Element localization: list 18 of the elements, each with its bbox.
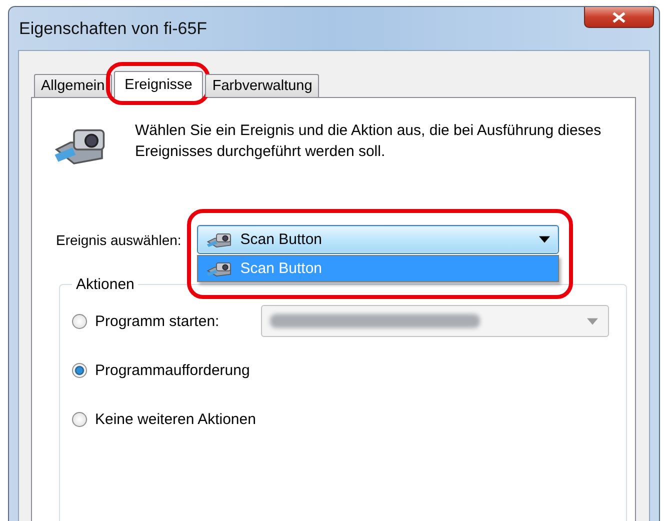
radio-option[interactable]: Programmaufforderung — [72, 362, 261, 378]
close-icon — [612, 12, 626, 22]
window-title: Eigenschaften von fi-65F — [19, 19, 208, 39]
caret-icon — [587, 318, 598, 324]
radio-button[interactable] — [72, 412, 87, 426]
group-title: Aktionen — [75, 276, 136, 293]
tab[interactable]: Ereignisse — [114, 71, 204, 98]
tab[interactable]: Allgemein — [34, 74, 112, 97]
radio-option[interactable]: Keine weiteren Aktionen — [72, 410, 261, 428]
radio-option[interactable]: Programm starten: — [72, 312, 261, 330]
close-button[interactable] — [584, 7, 654, 28]
event-label: Ereignis auswählen: — [56, 232, 182, 248]
radio-button[interactable] — [72, 314, 87, 328]
event-dropdown[interactable]: Scan Button — [197, 225, 560, 254]
tab[interactable]: Farbverwaltung — [205, 74, 320, 97]
description-text: Wählen Sie ein Ereignis und die Aktion aus, die bei Ausführung dieses Ereignisses durchgeführt werden soll. — [135, 121, 602, 162]
caret-icon — [539, 236, 550, 243]
radio-button[interactable] — [72, 362, 87, 378]
